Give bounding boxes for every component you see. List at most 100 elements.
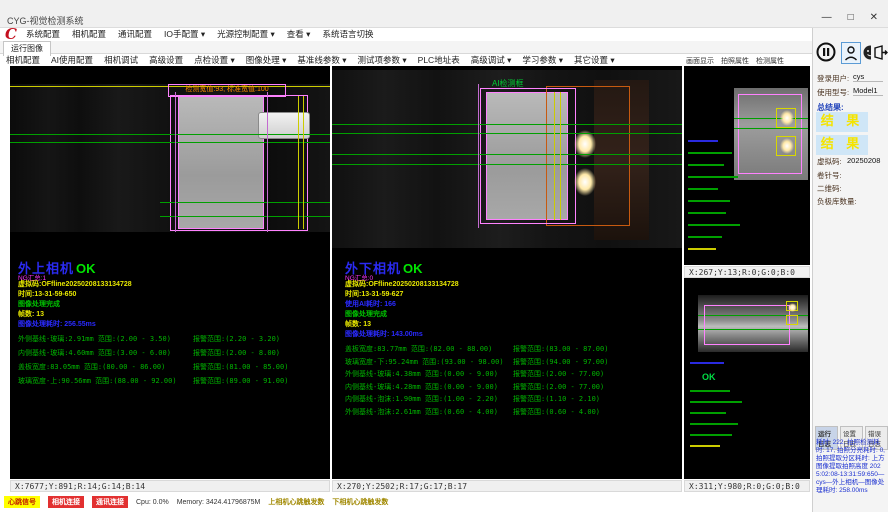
log-text: 耗时: 222, 拍照检测耗时: 17, 拍照分亮耗时: 0, 拍照提取分区耗时… [816,439,886,495]
measurement-row: 盖板宽度:83.77mm 范围:(82.00 - 88.00) 报警范围:(83.… [345,346,682,353]
result-ok-badge: OK [76,261,96,276]
measurement-row: 外侧基线-玻璃:4.38mm 范围:(0.00 - 9.00)报警范围:(2.0… [345,371,682,378]
cpu-usage-label: Cpu: 0.0% [136,499,169,506]
toolbar-item[interactable]: 基准线参数 ▾ [297,54,346,66]
info-line: 时间:13-31-59-627 [345,291,459,298]
highlight-glint [574,168,596,196]
heartbeat-badge: 心跳信号 [4,496,40,508]
small-view-tab[interactable]: 检测属性 [756,56,784,66]
measurement-text: 内侧基线-泡沫:1.90mm 范围:(1.00 - 2.20) [345,395,498,403]
login-user-value[interactable]: cys [853,72,883,82]
toolbar-item[interactable]: AI使用配置 [51,54,93,66]
small-view-tab[interactable]: 拍照属性 [721,56,749,66]
status-bar: 心跳信号 相机连接 通讯连接 Cpu: 0.0% Memory: 3424.41… [0,496,888,508]
info-line: 图像处理完成 [345,311,459,318]
toolbar-item[interactable]: 相机配置 [6,54,40,66]
measurement-text: 玻璃宽度-上:90.56mm 范围:(88.00 - 92.00) [18,377,177,385]
alarm-range: 报警范围:(2.00 - 77.00) [513,371,604,378]
title-bar: CYG-视觉检测系统 — □ ✕ [0,0,888,28]
stock-count-label: 负极库数量: [817,196,857,207]
toolbar-item[interactable]: 测试项参数 ▾ [358,54,407,66]
upper-camera-image[interactable]: 检测宽值:93, 标准宽值:100 [10,84,330,232]
measurement-text: 盖板宽度:83.05mm 范围:(80.00 - 86.00) [18,363,165,371]
menu-item[interactable]: 光源控制配置 ▾ [217,28,275,40]
menu-item[interactable]: IO手配置 ▾ [164,28,205,40]
alarm-range: 报警范围:(2.20 - 3.20) [193,336,280,343]
toolbar-item[interactable]: 学习参数 ▾ [522,54,563,66]
ai-detection-rect [776,108,796,128]
menu-item[interactable]: 系统语言切换 [322,28,373,40]
result-box-lower: 结 果 [816,135,868,155]
right-control-panel: 登录用户: cys 使用型号: Model1 总结果: 结 果 结 果 虚拟码:… [812,28,888,512]
menu-item[interactable]: 系统配置 [26,28,60,40]
info-lines: 虚拟码:OFfline20250208133134728 时间:13-31-59… [345,281,459,341]
measurement-text: 内侧基线-玻璃:4.28mm 范围:(0.00 - 9.00) [345,383,498,391]
info-line: 帧数: 13 [18,311,132,318]
exit-button[interactable] [871,41,888,63]
alarm-range: 报警范围:(83.00 - 87.00) [513,346,608,353]
measurement-row: 外侧基线-玻璃:2.91mm 范围:(2.00 - 3.50)报警范围:(2.2… [18,336,330,343]
small-view-header-tabs: 画面显示拍照属性检测属性 [686,56,784,66]
thumb-ok-badge: OK [702,372,716,382]
info-line: 使用AI耗时: 166 [345,301,459,308]
info-lines: 虚拟码:OFfline20250208133134728 时间:13-31-59… [18,281,132,331]
upper-camera-view[interactable]: 检测宽值:93, 标准宽值:100 外上相机OK NG汇总:1 虚拟码:OFfl… [10,66,330,479]
alarm-range: 报警范围:(2.00 - 77.00) [513,384,604,391]
tab-row: 运行图像 [0,41,888,54]
model-value[interactable]: Model1 [853,86,883,96]
toolbar-item[interactable]: 高级调试 ▾ [471,54,512,66]
maximize-button[interactable]: □ [848,12,854,23]
toolbar-item[interactable]: 图像处理 ▾ [246,54,287,66]
user-icon [844,45,858,61]
info-line: 图像处理耗时: 143.00ms [345,331,459,338]
alarm-range: 报警范围:(81.00 - 85.00) [193,364,288,371]
model-label: 使用型号: [817,87,849,98]
coord-status-left: X:7677;Y:891;R:14;G:14;B:14 [10,480,330,492]
result-box-upper: 结 果 [816,112,868,132]
thumb-image-top[interactable] [734,88,808,180]
info-line: 图像处理耗时: 256.55ms [18,321,132,328]
close-button[interactable]: ✕ [870,12,878,23]
login-user-button[interactable] [841,42,861,64]
lower-camera-view[interactable]: AI检测框 外下相机OK NG汇总:0 虚拟码:OFfline202502081… [332,66,682,479]
coord-status-thumb-top: X:267;Y:13;R:0;G:0;B:0 [684,266,810,278]
measurement-row: 玻璃宽度-上:90.56mm 范围:(88.00 - 92.00) 报警范围:(8… [18,378,330,385]
toolbar-item[interactable]: 其它设置 ▾ [574,54,615,66]
info-line: 虚拟码:OFfline20250208133134728 [18,281,132,288]
measurement-text: 盖板宽度:83.77mm 范围:(82.00 - 88.00) [345,345,492,353]
menu-item[interactable]: 查看 ▾ [287,28,311,40]
overlay-measure-label: 检测宽值:93, 标准宽值:100 [168,84,286,97]
info-line: 帧数: 13 [345,321,459,328]
thumb-image-bottom[interactable] [698,295,808,352]
measurement-row: 内侧基线-泡沫:1.90mm 范围:(1.00 - 2.20)报警范围:(1.1… [345,396,682,403]
pause-button[interactable] [815,41,837,63]
toolbar-item[interactable]: PLC地址表 [418,54,460,66]
thumb-camera-view-top[interactable] [684,66,810,265]
thumb-camera-view-bottom[interactable]: OK [684,278,810,479]
result-ok-badge: OK [403,261,423,276]
measurement-text: 玻璃宽度-下:95.24mm 范围:(93.00 - 98.00) [345,358,504,366]
small-view-tab[interactable]: 画面显示 [686,56,714,66]
measurement-text: 外侧基线-泡沫:2.61mm 范围:(0.60 - 4.00) [345,408,498,416]
app-logo-icon: C [5,26,23,42]
pause-icon [816,42,836,62]
camera-connection-badge: 相机连接 [48,496,84,508]
virtual-code-label: 虚拟码: [817,156,842,167]
lower-camera-image[interactable]: AI检测框 [332,70,682,248]
alarm-range: 报警范围:(0.60 - 4.00) [513,409,600,416]
measurement-list: 外侧基线-玻璃:2.91mm 范围:(2.00 - 3.50)报警范围:(2.2… [18,336,330,392]
menu-bar: 系统配置相机配置通讯配置 IO手配置 ▾ 光源控制配置 ▾ 查看 ▾ 系统语言切换 [26,27,373,41]
toolbar-item[interactable]: 相机调试 [104,54,138,66]
menu-item[interactable]: 通讯配置 [118,28,152,40]
alarm-range: 报警范围:(89.00 - 91.00) [193,378,288,385]
detection-rect [704,305,790,345]
minimize-button[interactable]: — [822,12,832,23]
detection-rect [738,94,802,174]
measurement-row: 玻璃宽度-下:95.24mm 范围:(93.00 - 98.00)报警范围:(9… [345,359,682,366]
alarm-range: 报警范围:(2.00 - 8.00) [193,350,280,357]
toolbar-item[interactable]: 点检设置 ▾ [194,54,235,66]
menu-item[interactable]: 相机配置 [72,28,106,40]
info-line: 图像处理完成 [18,301,132,308]
toolbar-item[interactable]: 高级设置 [149,54,183,66]
coord-status-middle: X:270;Y:2502;R:17;G:17;B:17 [332,480,682,492]
